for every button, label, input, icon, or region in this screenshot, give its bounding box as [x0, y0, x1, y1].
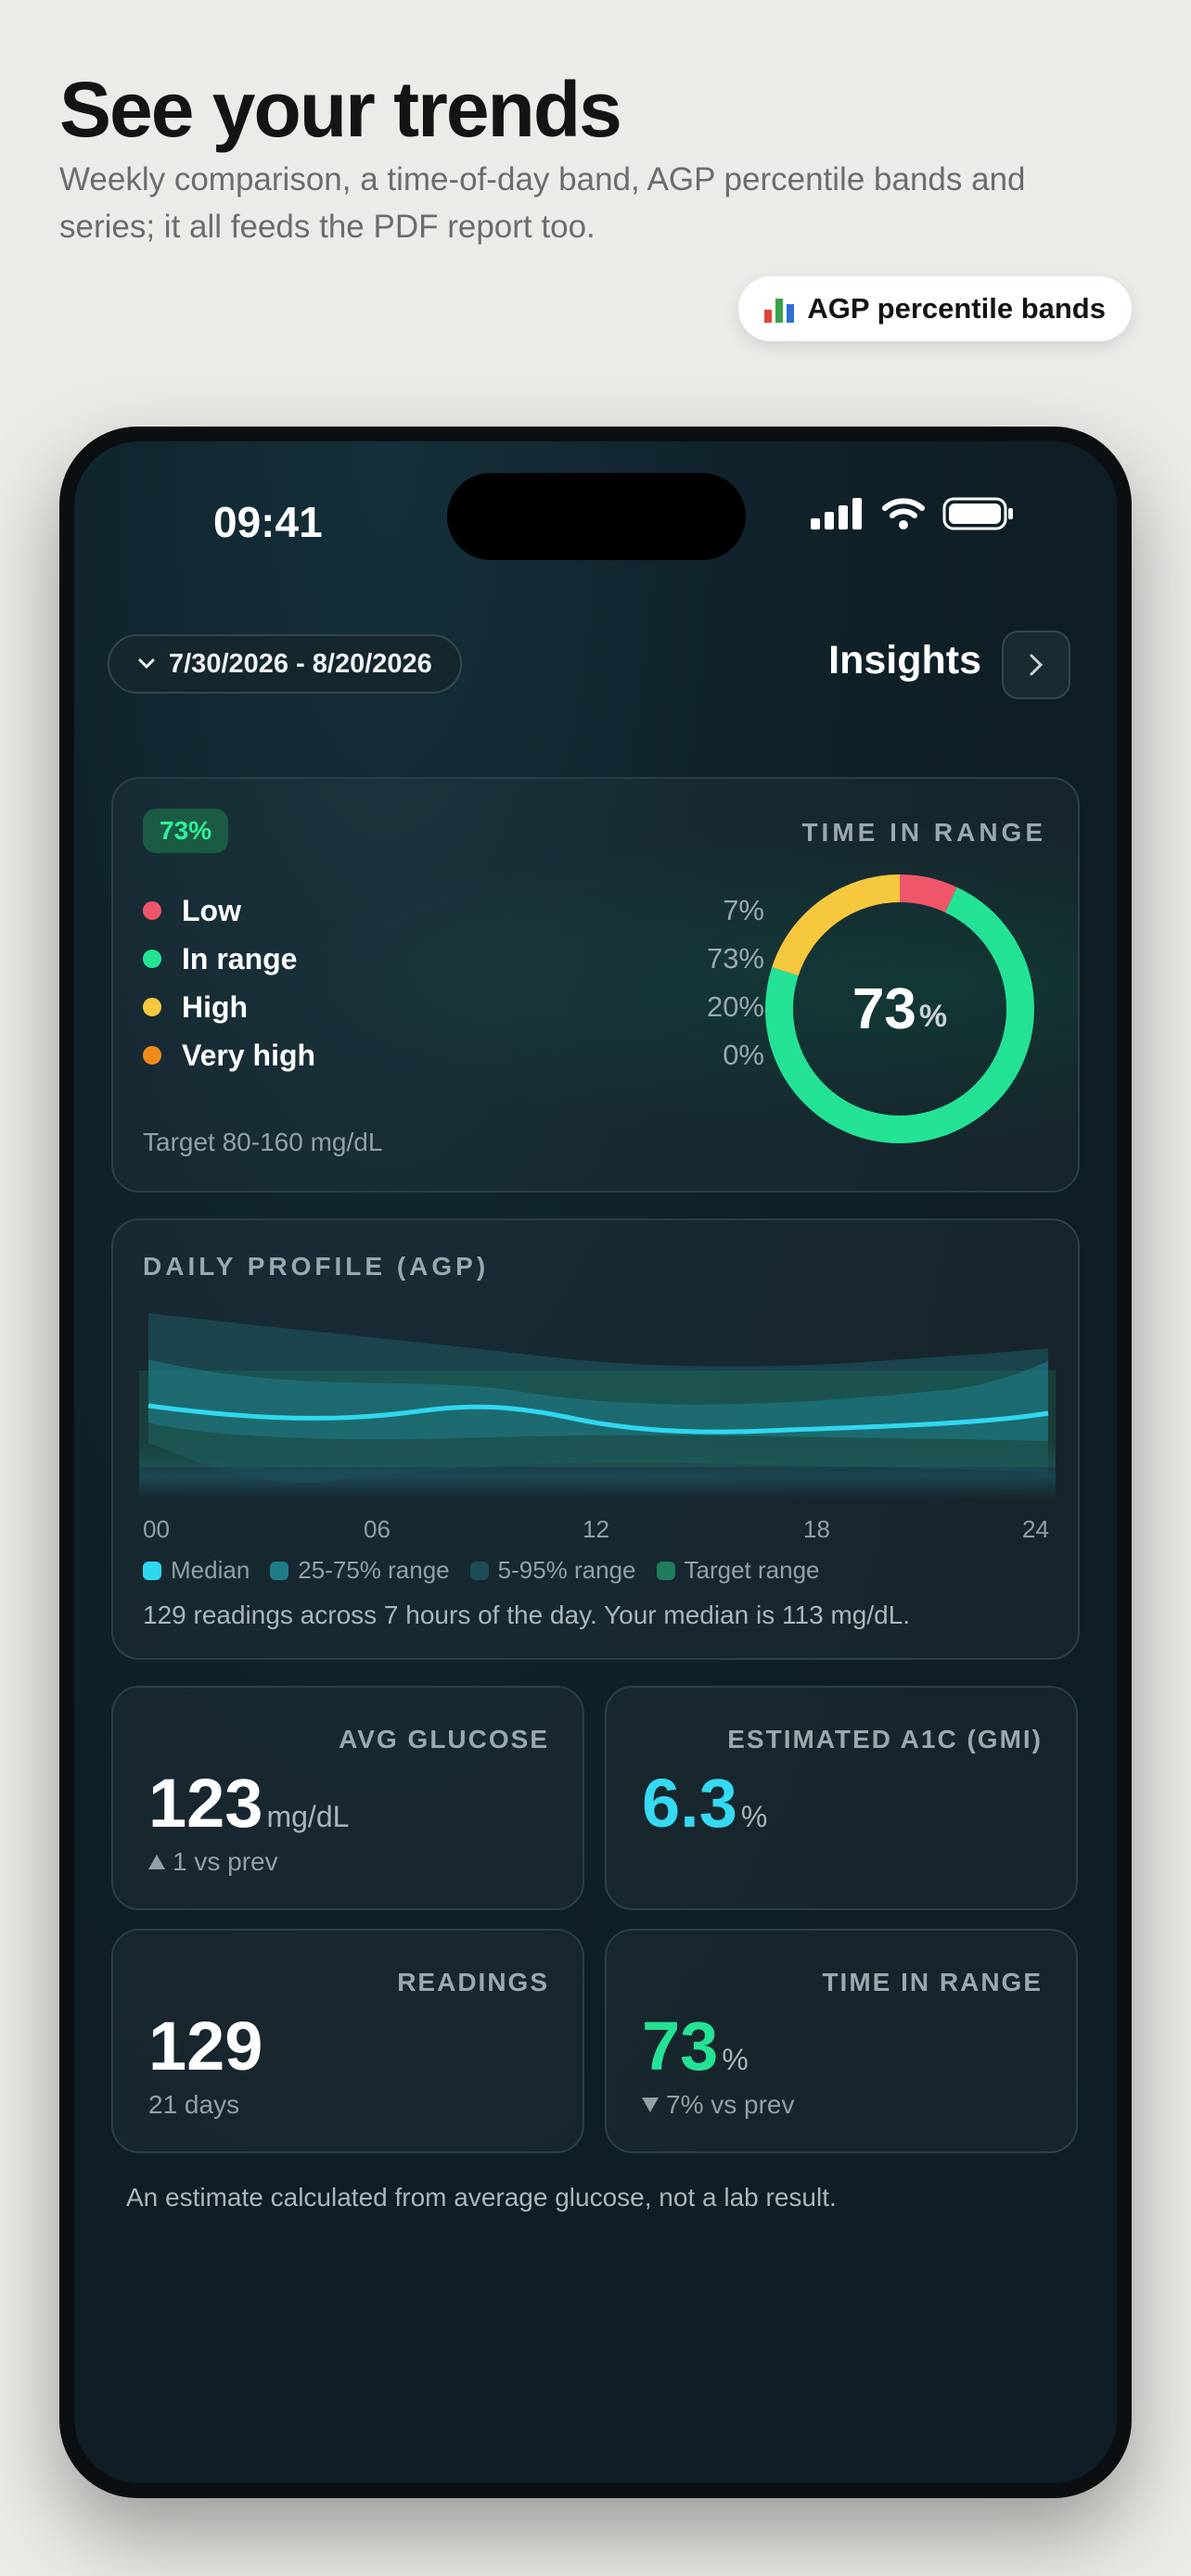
stat-value: 123 mg/dL	[148, 1764, 349, 1843]
stat-label: TIME IN RANGE	[822, 1968, 1043, 1996]
wifi-icon	[882, 498, 925, 529]
page-title: Insights	[828, 638, 981, 682]
chip-label: AGP percentile bands	[807, 292, 1106, 325]
agp-tick: 00	[143, 1515, 170, 1543]
stat-delta-text: 1 vs prev	[173, 1847, 278, 1876]
tir-row-name: Very high	[182, 1038, 316, 1072]
tir-stat-card: TIME IN RANGE 73 % 7% vs prev	[605, 1929, 1078, 2153]
dynamic-island	[447, 473, 746, 560]
agp-legend: Median 25-75% range 5-95% range Target r…	[143, 1556, 820, 1585]
agp-chart	[139, 1313, 1056, 1498]
legend-swatch	[656, 1561, 675, 1580]
readings-card: READINGS 129 21 days	[111, 1929, 584, 2153]
stat-unit: mg/dL	[266, 1800, 350, 1833]
stat-unit: %	[722, 2043, 749, 2076]
stat-number: 129	[148, 2008, 263, 2085]
gmi-footnote: An estimate calculated from average gluc…	[126, 2183, 837, 2212]
stat-delta: 1 vs prev	[148, 1847, 278, 1877]
stat-unit: %	[740, 1800, 768, 1833]
tir-badge: 73%	[143, 809, 229, 853]
agp-tick: 24	[1022, 1515, 1049, 1543]
legend-swatch	[469, 1561, 489, 1580]
legend-swatch	[143, 1561, 161, 1580]
tir-row-name: In range	[182, 941, 298, 976]
chevron-down-icon	[138, 658, 155, 670]
bar-chart-icon	[764, 295, 795, 323]
time-in-range-card: 73% TIME IN RANGE Low 7% In range 73% Hi…	[111, 777, 1080, 1192]
tir-row-high: High 20%	[143, 987, 764, 1027]
in-range-dot	[143, 950, 161, 968]
tir-row-name: High	[182, 989, 249, 1024]
donut-unit: %	[918, 998, 948, 1034]
trend-up-icon	[148, 1855, 165, 1869]
agp-card: DAILY PROFILE (AGP) 00 06 12 18 24 Media…	[111, 1218, 1080, 1660]
phone-screen: 09:41 7/30/2026 - 8/20/2026 Insights 73%…	[74, 441, 1117, 2483]
target-range-text: Target 80-160 mg/dL	[143, 1128, 383, 1156]
legend-label: Target range	[684, 1556, 820, 1584]
agp-tick: 12	[583, 1515, 609, 1543]
agp-tick: 18	[803, 1515, 830, 1543]
legend-swatch	[270, 1561, 289, 1580]
a1c-card: ESTIMATED A1C (GMI) 6.3 %	[605, 1686, 1078, 1910]
stat-number: 73	[642, 2008, 719, 2085]
cellular-signal-icon	[811, 498, 862, 529]
stat-label: ESTIMATED A1C (GMI)	[727, 1725, 1043, 1753]
chevron-right-icon	[1030, 654, 1044, 676]
hero-subtitle: Weekly comparison, a time-of-day band, A…	[59, 161, 1026, 245]
legend-label: 25-75% range	[298, 1556, 450, 1584]
stat-delta-text: 7% vs prev	[666, 2090, 795, 2119]
date-range-label: 7/30/2026 - 8/20/2026	[169, 648, 432, 679]
status-icons	[811, 497, 1015, 530]
date-range-picker[interactable]: 7/30/2026 - 8/20/2026	[108, 634, 462, 694]
hero-title: See your trends	[59, 66, 622, 153]
phone-frame: 09:41 7/30/2026 - 8/20/2026 Insights 73%…	[59, 427, 1132, 2498]
very-high-dot	[143, 1046, 161, 1065]
status-time: 09:41	[213, 498, 323, 546]
tir-row-low: Low 7%	[143, 890, 764, 931]
donut-center: 73 %	[751, 861, 1048, 1157]
next-button[interactable]	[1002, 631, 1070, 699]
stat-delta: 7% vs prev	[642, 2090, 795, 2120]
stat-number: 123	[148, 1765, 263, 1842]
agp-summary-note: 129 readings across 7 hours of the day. …	[143, 1600, 911, 1629]
low-dot	[143, 901, 161, 920]
avg-glucose-card: AVG GLUCOSE 123 mg/dL 1 vs prev	[111, 1686, 584, 1910]
stat-number: 6.3	[642, 1765, 737, 1842]
agp-card-label: DAILY PROFILE (AGP)	[143, 1252, 490, 1281]
battery-icon	[942, 497, 1013, 530]
stat-value: 73 %	[642, 2007, 749, 2085]
legend-25-75: 25-75% range	[270, 1556, 450, 1585]
tir-card-label: TIME IN RANGE	[801, 818, 1046, 847]
tir-row-in-range: In range 73%	[143, 938, 764, 979]
legend-target: Target range	[656, 1556, 820, 1585]
legend-label: Median	[171, 1556, 250, 1584]
stat-sub-text: 21 days	[148, 2090, 240, 2119]
tir-row-name: Low	[182, 893, 241, 927]
tir-row-very-high: Very high 0%	[143, 1035, 764, 1076]
legend-label: 5-95% range	[497, 1556, 636, 1584]
agp-feature-chip: AGP percentile bands	[738, 276, 1132, 341]
stat-label: READINGS	[397, 1968, 549, 1996]
legend-median: Median	[143, 1556, 250, 1585]
stat-label: AVG GLUCOSE	[339, 1725, 549, 1753]
high-dot	[143, 998, 161, 1016]
trend-down-icon	[642, 2098, 659, 2112]
stat-sub: 21 days	[148, 2090, 239, 2120]
stat-value: 6.3 %	[642, 1764, 767, 1843]
stat-value: 129	[148, 2007, 263, 2085]
donut-value: 73	[852, 976, 916, 1041]
agp-tick: 06	[364, 1515, 391, 1543]
legend-5-95: 5-95% range	[469, 1556, 636, 1585]
